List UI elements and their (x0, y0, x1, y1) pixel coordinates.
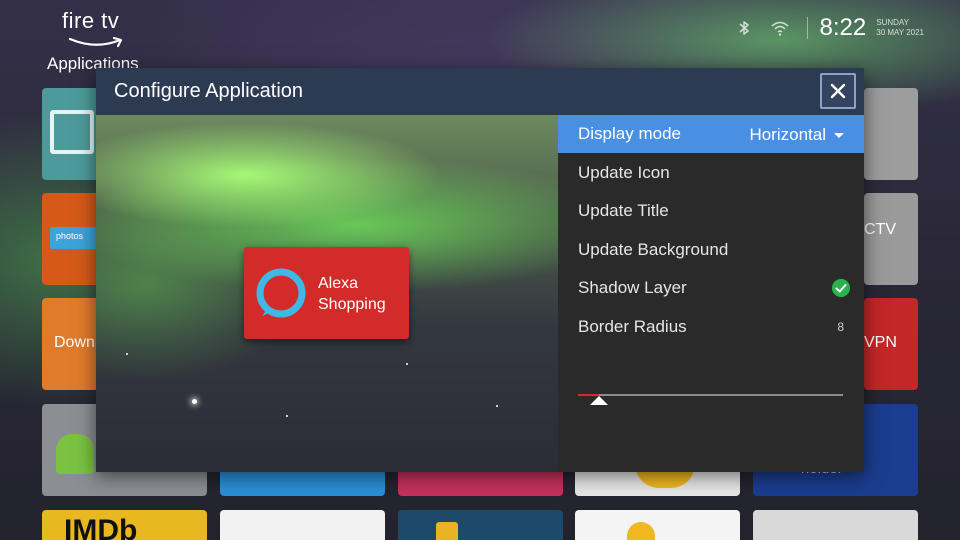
downloader-label: Down (54, 334, 95, 351)
bluetooth-icon (739, 21, 749, 35)
config-menu: Display mode Horizontal Update Icon Upda… (558, 115, 864, 472)
display-mode-item[interactable]: Display mode Horizontal (558, 115, 864, 153)
update-icon-item[interactable]: Update Icon (558, 154, 864, 192)
photos-badge: photos (50, 227, 98, 249)
app-tile-dark-blue[interactable] (398, 510, 563, 540)
app-title-line2: Shopping (318, 296, 386, 313)
app-tile-light[interactable] (575, 510, 740, 540)
border-radius-item[interactable]: Border Radius 8 (558, 308, 864, 346)
app-tile-grey[interactable] (753, 510, 918, 540)
clock: 8:22 (819, 14, 867, 41)
tile-logo-shape (627, 522, 655, 540)
cctv-label: CTV (864, 221, 896, 238)
app-tile-imdb[interactable]: IMDb (42, 510, 207, 540)
display-mode-value: Horizontal (749, 125, 826, 144)
dialog-header: Configure Application (96, 68, 864, 115)
tile-logo-shape (436, 522, 458, 540)
check-icon[interactable] (832, 279, 850, 297)
app-tile-vpn[interactable]: VPN (864, 298, 918, 390)
app-title: Alexa Shopping (318, 273, 408, 315)
app-title-line1: Alexa (318, 275, 359, 292)
close-button[interactable] (820, 73, 856, 109)
smile-arrow-icon (68, 36, 123, 48)
dialog-title: Configure Application (114, 80, 304, 102)
update-icon-label: Update Icon (578, 163, 670, 182)
app-tile-photos[interactable]: photos (42, 193, 102, 285)
fire-tv-logo: fire tv (62, 8, 132, 48)
star (126, 353, 128, 355)
app-tile-kodi[interactable] (220, 510, 385, 540)
update-title-label: Update Title (578, 201, 669, 220)
shadow-layer-item[interactable]: Shadow Layer (558, 269, 864, 307)
border-radius-slider[interactable] (578, 393, 843, 407)
date-label: 30 MAY 2021 (876, 28, 924, 37)
status-divider (806, 17, 808, 39)
slider-thumb[interactable] (590, 396, 608, 405)
display-mode-dropdown[interactable]: Horizontal (749, 125, 844, 145)
star (406, 363, 408, 365)
wifi-icon (771, 21, 789, 36)
app-tile-downloader[interactable]: Down (42, 298, 102, 390)
border-radius-label: Border Radius (578, 317, 687, 336)
photos-label: photos (56, 231, 84, 241)
shadow-layer-label: Shadow Layer (578, 278, 687, 297)
star (286, 415, 288, 417)
brand-name: fire tv (62, 8, 120, 33)
chevron-down-icon (834, 132, 844, 138)
star (192, 399, 197, 404)
alexa-icon (256, 268, 306, 318)
app-tile-cctv[interactable]: CTV (864, 193, 918, 285)
app-preview: Alexa Shopping (96, 115, 558, 472)
slider-track (578, 394, 843, 396)
day-label: SUNDAY (876, 18, 909, 27)
app-tile-aptoide[interactable] (42, 88, 102, 180)
android-icon (56, 434, 94, 474)
tile-logo-shape (50, 110, 94, 154)
update-background-item[interactable]: Update Background (558, 231, 864, 269)
display-mode-label: Display mode (578, 124, 681, 143)
date-block: SUNDAY 30 MAY 2021 (876, 18, 924, 38)
close-icon (830, 83, 846, 99)
update-title-item[interactable]: Update Title (558, 192, 864, 230)
border-radius-value: 8 (837, 320, 844, 334)
star (496, 405, 498, 407)
configure-dialog: Configure Application Alexa Shopping Dis… (96, 68, 864, 472)
app-tile-right-grey[interactable] (864, 88, 918, 180)
imdb-label: IMDb (64, 514, 138, 540)
vpn-label: VPN (864, 334, 897, 351)
update-background-label: Update Background (578, 240, 729, 259)
app-preview-card: Alexa Shopping (244, 247, 409, 339)
status-bar: 8:22 SUNDAY 30 MAY 2021 (735, 12, 924, 44)
